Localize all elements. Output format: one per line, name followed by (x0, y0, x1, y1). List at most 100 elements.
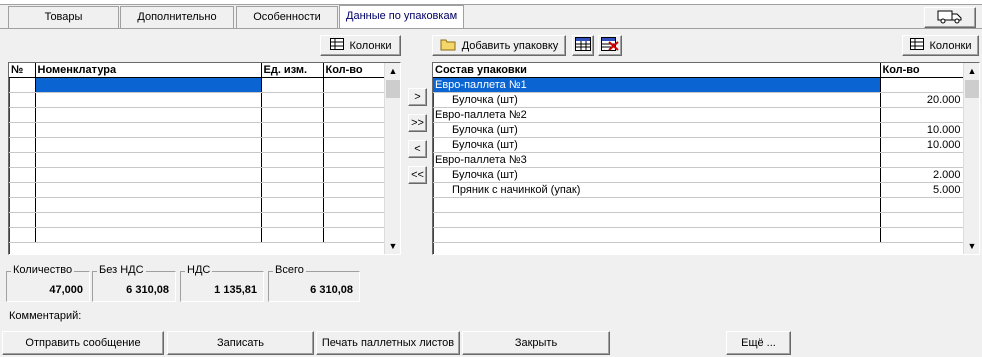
package-content-cell[interactable]: Евро-паллета №3 (433, 152, 881, 168)
col-header-nomenclature[interactable]: Номенклатура (35, 63, 262, 78)
table-cell[interactable] (261, 107, 324, 123)
table-cell[interactable] (261, 212, 324, 228)
package-qty-cell[interactable]: 5.000 (880, 182, 964, 198)
table-cell[interactable] (433, 197, 881, 213)
table-cell[interactable] (261, 152, 324, 168)
table-cell[interactable] (261, 92, 324, 108)
edit-table-button[interactable] (572, 35, 594, 56)
table-cell[interactable] (433, 212, 881, 228)
table-row[interactable] (9, 77, 385, 93)
table-cell[interactable] (35, 107, 262, 123)
table-cell[interactable] (9, 77, 36, 93)
table-cell[interactable] (9, 107, 36, 123)
package-group-row[interactable]: Евро-паллета №2 (433, 107, 964, 123)
package-item-row[interactable]: Булочка (шт) 20.000 (433, 92, 964, 108)
table-cell[interactable] (880, 227, 964, 243)
table-cell[interactable] (35, 152, 262, 168)
more-button[interactable]: Ещё ... (726, 331, 791, 355)
package-content-cell[interactable]: Булочка (шт) (433, 167, 881, 183)
table-cell[interactable] (261, 197, 324, 213)
table-row[interactable] (433, 227, 964, 243)
package-group-row[interactable]: Евро-паллета №1 (433, 77, 964, 93)
scroll-up-icon[interactable]: ▲ (385, 63, 400, 79)
table-row[interactable] (9, 92, 385, 108)
col-header-unit[interactable]: Ед. изм. (261, 63, 324, 78)
table-cell[interactable] (9, 137, 36, 153)
package-content-cell[interactable]: Булочка (шт) (433, 137, 881, 153)
table-cell[interactable] (35, 92, 262, 108)
package-qty-cell[interactable]: 2.000 (880, 167, 964, 183)
table-cell[interactable] (35, 122, 262, 138)
table-cell[interactable] (261, 227, 324, 243)
package-content-cell[interactable]: Булочка (шт) (433, 92, 881, 108)
table-cell[interactable] (323, 152, 385, 168)
package-scrollbar[interactable]: ▲ ▼ (963, 63, 979, 254)
table-row[interactable] (9, 197, 385, 213)
table-row[interactable] (9, 152, 385, 168)
package-grid[interactable]: Состав упаковки Кол-во Евро-паллета №1 Бу… (432, 62, 980, 255)
table-cell[interactable] (323, 122, 385, 138)
table-cell[interactable] (323, 197, 385, 213)
tab-goods[interactable]: Товары (8, 6, 119, 28)
move-all-right-button[interactable]: >> (408, 114, 427, 132)
scroll-thumb[interactable] (386, 80, 400, 98)
close-button[interactable]: Закрыть (462, 331, 610, 355)
scroll-up-icon[interactable]: ▲ (964, 63, 979, 79)
table-cell[interactable] (323, 77, 385, 93)
col-header-qty[interactable]: Кол-во (323, 63, 385, 78)
table-cell[interactable] (9, 212, 36, 228)
table-cell[interactable] (323, 227, 385, 243)
col-header-package-content[interactable]: Состав упаковки (433, 63, 881, 78)
table-cell[interactable] (9, 152, 36, 168)
table-cell[interactable] (35, 227, 262, 243)
package-group-row[interactable]: Евро-паллета №3 (433, 152, 964, 168)
table-cell[interactable] (35, 182, 262, 198)
table-cell[interactable] (433, 227, 881, 243)
package-qty-cell[interactable] (880, 77, 964, 93)
delete-package-button[interactable] (598, 35, 622, 56)
items-scrollbar[interactable]: ▲ ▼ (384, 63, 400, 254)
package-qty-cell[interactable] (880, 107, 964, 123)
table-cell[interactable] (35, 197, 262, 213)
package-qty-cell[interactable]: 10.000 (880, 122, 964, 138)
tab-package-data[interactable]: Данные по упаковкам (339, 5, 464, 29)
send-message-button[interactable]: Отправить сообщение (2, 331, 164, 355)
table-cell[interactable] (9, 122, 36, 138)
table-cell[interactable] (35, 167, 262, 183)
add-package-button[interactable]: Добавить упаковку (432, 35, 566, 56)
package-qty-cell[interactable]: 20.000 (880, 92, 964, 108)
package-item-row[interactable]: Булочка (шт) 10.000 (433, 122, 964, 138)
scroll-down-icon[interactable]: ▼ (385, 238, 400, 254)
table-cell[interactable] (261, 122, 324, 138)
table-cell[interactable] (261, 77, 324, 93)
table-cell[interactable] (261, 182, 324, 198)
truck-button[interactable] (924, 7, 976, 28)
package-item-row[interactable]: Булочка (шт) 2.000 (433, 167, 964, 183)
package-content-cell[interactable]: Евро-паллета №2 (433, 107, 881, 123)
table-cell[interactable] (9, 182, 36, 198)
package-qty-cell[interactable]: 10.000 (880, 137, 964, 153)
items-grid[interactable]: № Номенклатура Ед. изм. Кол-во ▲ ▼ (8, 62, 401, 255)
table-cell[interactable] (9, 92, 36, 108)
col-header-package-qty[interactable]: Кол-во (880, 63, 964, 78)
tab-additional[interactable]: Дополнительно (120, 6, 234, 28)
table-row[interactable] (9, 212, 385, 228)
table-row[interactable] (433, 197, 964, 213)
table-cell[interactable] (9, 167, 36, 183)
table-cell[interactable] (35, 77, 262, 93)
table-cell[interactable] (323, 182, 385, 198)
table-cell[interactable] (880, 212, 964, 228)
table-cell[interactable] (323, 137, 385, 153)
table-cell[interactable] (323, 92, 385, 108)
move-right-button[interactable]: > (408, 88, 427, 106)
package-content-cell[interactable]: Булочка (шт) (433, 122, 881, 138)
table-cell[interactable] (261, 137, 324, 153)
table-row[interactable] (9, 137, 385, 153)
save-button[interactable]: Записать (167, 331, 314, 355)
table-cell[interactable] (880, 197, 964, 213)
table-cell[interactable] (35, 212, 262, 228)
table-cell[interactable] (323, 212, 385, 228)
table-cell[interactable] (323, 107, 385, 123)
table-cell[interactable] (9, 197, 36, 213)
table-cell[interactable] (323, 167, 385, 183)
